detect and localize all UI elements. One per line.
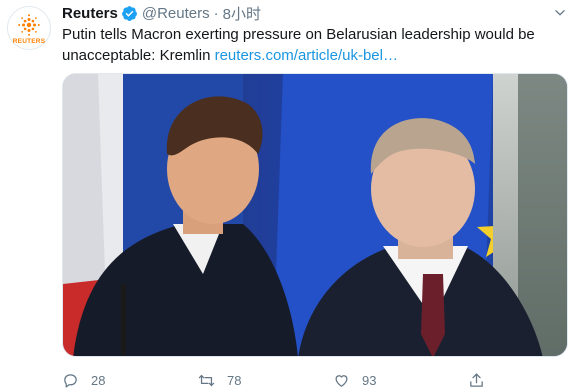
tweet-header: Reuters @Reuters · 8小时 bbox=[62, 3, 261, 23]
separator-dot: · bbox=[213, 4, 219, 22]
share-icon bbox=[470, 372, 483, 387]
article-link[interactable]: reuters.com/article/uk-bel… bbox=[215, 47, 398, 64]
chevron-down-icon[interactable] bbox=[553, 6, 567, 20]
author-name[interactable]: Reuters bbox=[62, 5, 118, 22]
tweet-text: Putin tells Macron exerting pressure on … bbox=[62, 24, 567, 66]
reply-icon bbox=[64, 373, 77, 388]
tweet-card[interactable]: REUTERS Reuters @Reuters · 8小时 Putin tel… bbox=[0, 0, 575, 392]
verified-badge-icon bbox=[121, 5, 137, 21]
tweet-text-line2: unacceptable: Kremlin bbox=[62, 47, 215, 64]
action-bar: 28 78 93 bbox=[62, 371, 542, 389]
avatar[interactable]: REUTERS bbox=[7, 6, 51, 50]
tweet-text-line1: Putin tells Macron exerting pressure on … bbox=[62, 26, 535, 43]
retweet-icon bbox=[198, 374, 215, 386]
author-handle[interactable]: @Reuters bbox=[142, 5, 210, 22]
photo-illustration bbox=[63, 74, 567, 356]
retweet-count: 78 bbox=[227, 372, 242, 388]
share-button[interactable] bbox=[468, 371, 485, 389]
timestamp[interactable]: 8小时 bbox=[223, 3, 261, 24]
reply-count: 28 bbox=[91, 372, 106, 388]
avatar-wordmark: REUTERS bbox=[12, 38, 46, 45]
retweet-button[interactable]: 78 bbox=[198, 371, 241, 389]
reuters-logo-icon bbox=[18, 14, 40, 36]
like-button[interactable]: 93 bbox=[333, 371, 376, 389]
tweet-photo[interactable] bbox=[62, 73, 568, 357]
heart-icon bbox=[335, 374, 348, 387]
like-count: 93 bbox=[362, 372, 377, 388]
reply-button[interactable]: 28 bbox=[62, 371, 105, 389]
